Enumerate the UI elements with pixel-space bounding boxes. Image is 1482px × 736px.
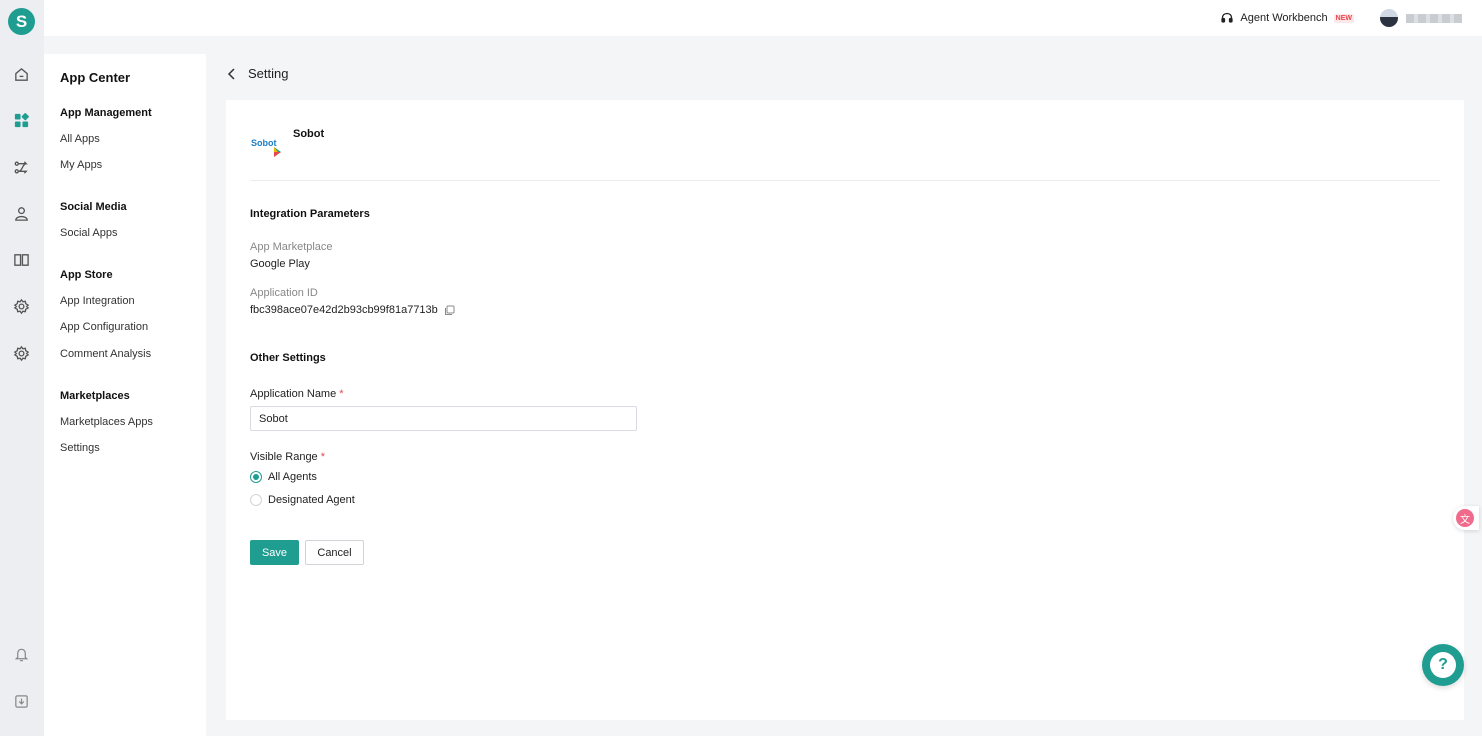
visible-range-label-text: Visible Range — [250, 451, 318, 463]
radio-all-agents[interactable]: All Agents — [250, 471, 317, 483]
sidebar-item-settings[interactable]: Settings — [60, 442, 100, 454]
radio-all-agents-dot[interactable] — [250, 471, 262, 483]
application-name-input[interactable] — [250, 406, 637, 431]
other-settings-title: Other Settings — [250, 352, 326, 364]
system-settings-icon[interactable] — [12, 344, 30, 362]
application-name-label-text: Application Name — [250, 388, 337, 400]
home-icon[interactable] — [12, 65, 30, 83]
download-icon[interactable] — [12, 692, 30, 710]
routing-icon[interactable] — [12, 158, 30, 176]
back-chevron-icon[interactable] — [226, 67, 238, 81]
divider — [250, 180, 1440, 181]
notification-bell-icon[interactable] — [12, 645, 30, 663]
radio-designated-agent-label: Designated Agent — [268, 494, 355, 506]
brand-logo[interactable]: S — [8, 8, 35, 35]
visible-range-label: Visible Range * — [250, 451, 325, 463]
translate-button[interactable]: 文 — [1453, 506, 1479, 530]
user-name-redacted — [1406, 13, 1462, 23]
copy-icon[interactable] — [444, 305, 455, 316]
sidebar-item-my-apps[interactable]: My Apps — [60, 159, 102, 171]
translate-icon: 文 — [1456, 509, 1474, 527]
sidebar-item-comment-analysis[interactable]: Comment Analysis — [60, 348, 151, 360]
help-icon: ? — [1430, 652, 1456, 678]
application-id-label: Application ID — [250, 287, 318, 299]
save-button[interactable]: Save — [250, 540, 299, 565]
sidebar-item-social-apps[interactable]: Social Apps — [60, 227, 117, 239]
sidebar-group-social-media: Social Media — [60, 201, 127, 213]
avatar — [1380, 9, 1398, 27]
sidebar-item-marketplaces-apps[interactable]: Marketplaces Apps — [60, 416, 153, 428]
new-badge: NEW — [1333, 13, 1354, 23]
page-title: Setting — [248, 66, 289, 81]
integration-parameters-title: Integration Parameters — [250, 208, 370, 220]
cancel-button[interactable]: Cancel — [305, 540, 364, 565]
customer-icon[interactable] — [12, 204, 30, 222]
app-logo-text: Sobot — [251, 138, 277, 148]
sidebar-group-app-store: App Store — [60, 269, 113, 281]
app-name: Sobot — [293, 128, 325, 140]
sidebar-group-app-management: App Management — [60, 107, 152, 119]
sidebar-item-all-apps[interactable]: All Apps — [60, 133, 100, 145]
application-id-value: fbc398ace07e42d2b93cb99f81a7713b — [250, 304, 455, 316]
user-menu[interactable] — [1380, 9, 1462, 27]
app-center-sidebar: App Center App Management All Apps My Ap… — [44, 54, 206, 736]
sidebar-item-app-configuration[interactable]: App Configuration — [60, 321, 148, 333]
settings-icon[interactable] — [12, 297, 30, 315]
agent-workbench-link[interactable]: Agent Workbench NEW — [1220, 11, 1354, 25]
knowledge-book-icon[interactable] — [12, 250, 30, 268]
app-marketplace-value: Google Play — [250, 258, 310, 270]
sidebar-item-app-integration[interactable]: App Integration — [60, 295, 135, 307]
help-button[interactable]: ? — [1422, 644, 1464, 686]
headset-icon — [1221, 12, 1234, 23]
required-mark: * — [320, 451, 325, 463]
application-id-text: fbc398ace07e42d2b93cb99f81a7713b — [250, 304, 438, 316]
radio-designated-agent-dot[interactable] — [250, 494, 262, 506]
radio-designated-agent[interactable]: Designated Agent — [250, 494, 355, 506]
app-marketplace-text: Google Play — [250, 258, 310, 270]
page-header: Setting — [226, 66, 288, 81]
radio-all-agents-label: All Agents — [268, 471, 317, 483]
apps-icon[interactable] — [12, 111, 30, 129]
top-header: Agent Workbench NEW — [44, 0, 1482, 36]
app-marketplace-label: App Marketplace — [250, 241, 333, 253]
application-name-label: Application Name * — [250, 388, 344, 400]
settings-panel: Sobot Sobot Integration Parameters App M… — [226, 100, 1464, 720]
sidebar-group-marketplaces: Marketplaces — [60, 390, 130, 402]
left-rail: S — [0, 0, 44, 736]
required-mark: * — [339, 388, 344, 400]
agent-workbench-label: Agent Workbench — [1240, 12, 1328, 24]
sobot-app-logo: Sobot — [251, 138, 281, 157]
sidebar-title: App Center — [60, 70, 131, 85]
